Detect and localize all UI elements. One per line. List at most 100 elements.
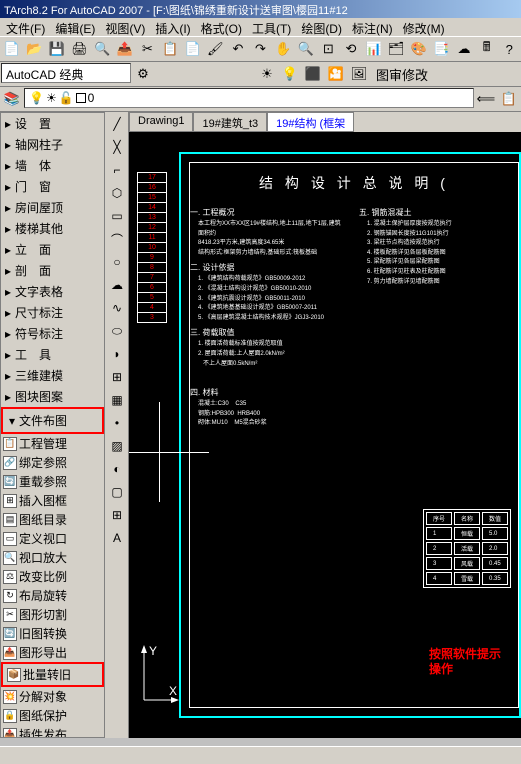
table-icon[interactable]: ⊞: [106, 504, 128, 526]
file-item-9[interactable]: ✂图形切割: [1, 605, 104, 624]
tree-item-8[interactable]: ▸文字表格: [1, 281, 104, 302]
toolpalette-icon[interactable]: 🎨: [408, 38, 430, 60]
spline-icon[interactable]: ∿: [106, 297, 128, 319]
layer-prev-icon[interactable]: ⟸: [475, 88, 497, 110]
tree-item-11[interactable]: ▸工 具: [1, 344, 104, 365]
file-item-0[interactable]: 📋工程管理: [1, 434, 104, 453]
block-icon[interactable]: ▦: [106, 389, 128, 411]
table-cell: 0.45: [482, 557, 508, 570]
markup-icon[interactable]: ☁: [453, 38, 475, 60]
redo-icon[interactable]: ↷: [250, 38, 272, 60]
match-icon[interactable]: 🖌: [204, 38, 226, 60]
pan-icon[interactable]: ✋: [272, 38, 294, 60]
tree-item-3[interactable]: ▸门 窗: [1, 176, 104, 197]
gradient-icon[interactable]: ◐: [106, 458, 128, 480]
tree-item-5[interactable]: ▸楼梯其他: [1, 218, 104, 239]
layer-props-icon[interactable]: 📚: [1, 88, 23, 110]
menu-file[interactable]: 文件(F): [2, 19, 49, 35]
menu-tools[interactable]: 工具(T): [248, 19, 295, 35]
text-icon[interactable]: A: [106, 527, 128, 549]
workspace-combo[interactable]: AutoCAD 经典: [1, 63, 131, 83]
model-canvas[interactable]: 17161514131211109876543 结 构 设 计 总 说 明 ( …: [129, 132, 521, 738]
layer-combo[interactable]: 💡 ☀ 🔓 0: [24, 88, 474, 108]
file-item-1[interactable]: 🔗绑定参照: [1, 453, 104, 472]
tree-item-7[interactable]: ▸剖 面: [1, 260, 104, 281]
mat-icon[interactable]: ⬛: [302, 63, 324, 85]
imreview-button[interactable]: 图审修改: [371, 63, 433, 85]
layer-state-icon[interactable]: 📋: [498, 88, 520, 110]
region-icon[interactable]: ▢: [106, 481, 128, 503]
file-item-15[interactable]: 📤插件发布: [1, 725, 104, 738]
undo-icon[interactable]: ↶: [227, 38, 249, 60]
file-item-11[interactable]: 📤图形导出: [1, 643, 104, 662]
paste-icon[interactable]: 📄: [182, 38, 204, 60]
file-item-6[interactable]: 🔍视口放大: [1, 548, 104, 567]
menu-edit[interactable]: 编辑(E): [51, 19, 99, 35]
circle-icon[interactable]: ○: [106, 251, 128, 273]
cut-icon[interactable]: ✂: [137, 38, 159, 60]
zoom-window-icon[interactable]: ⊡: [318, 38, 340, 60]
xline-icon[interactable]: ╳: [106, 136, 128, 158]
sheet-icon[interactable]: 📑: [431, 38, 453, 60]
menu-view[interactable]: 视图(V): [101, 19, 149, 35]
calc-icon[interactable]: 🖩: [476, 38, 498, 60]
ellipsearc-icon[interactable]: ◗: [106, 343, 128, 365]
sun-icon[interactable]: ☀: [256, 63, 278, 85]
tab-0[interactable]: Drawing1: [129, 112, 193, 132]
tab-2[interactable]: 19#结构 (框架: [267, 112, 354, 132]
tree-item-0[interactable]: ▸设 置: [1, 113, 104, 134]
print-icon[interactable]: 🖨: [69, 38, 91, 60]
tree-item-10[interactable]: ▸符号标注: [1, 323, 104, 344]
help-icon[interactable]: ?: [498, 38, 520, 60]
ws-gear-icon[interactable]: ⚙: [132, 63, 154, 85]
point-icon[interactable]: •: [106, 412, 128, 434]
tree-item-2[interactable]: ▸墙 体: [1, 155, 104, 176]
open-icon[interactable]: 📂: [24, 38, 46, 60]
file-item-8[interactable]: ↻布局旋转: [1, 586, 104, 605]
file-item-5[interactable]: ▭定义视口: [1, 529, 104, 548]
zoom-prev-icon[interactable]: ⟲: [340, 38, 362, 60]
file-item-10[interactable]: 🔄旧图转换: [1, 624, 104, 643]
file-item-7[interactable]: ⚖改变比例: [1, 567, 104, 586]
file-item-2[interactable]: 🔄重载参照: [1, 472, 104, 491]
tree-item-14[interactable]: ▾文件布图: [5, 410, 100, 431]
line-icon[interactable]: ╱: [106, 113, 128, 135]
bulb-icon[interactable]: 💡: [279, 63, 301, 85]
menu-draw[interactable]: 绘图(D): [297, 19, 346, 35]
arc-icon[interactable]: ⌒: [106, 228, 128, 250]
zoom-icon[interactable]: 🔍: [295, 38, 317, 60]
menu-modify[interactable]: 修改(M): [399, 19, 449, 35]
tree-item-13[interactable]: ▸图块图案: [1, 386, 104, 407]
polygon-icon[interactable]: ⬡: [106, 182, 128, 204]
file-item-13[interactable]: 💥分解对象: [1, 687, 104, 706]
ellipse-icon[interactable]: ⬭: [106, 320, 128, 342]
hatch-icon[interactable]: ▨: [106, 435, 128, 457]
tree-item-12[interactable]: ▸三维建模: [1, 365, 104, 386]
tree-item-4[interactable]: ▸房间屋顶: [1, 197, 104, 218]
insert-icon[interactable]: ⊞: [106, 366, 128, 388]
tree-item-6[interactable]: ▸立 面: [1, 239, 104, 260]
menu-dimension[interactable]: 标注(N): [348, 19, 397, 35]
render-icon[interactable]: 🎦: [325, 63, 347, 85]
tab-1[interactable]: 19#建筑_t3: [193, 112, 267, 132]
copy-icon[interactable]: 📋: [159, 38, 181, 60]
img-icon[interactable]: 🖼: [348, 63, 370, 85]
tree-item-9[interactable]: ▸尺寸标注: [1, 302, 104, 323]
pline-icon[interactable]: ⌐: [106, 159, 128, 181]
preview-icon[interactable]: 🔍: [91, 38, 113, 60]
file-item-12[interactable]: 📦批量转旧: [5, 665, 100, 684]
designcenter-icon[interactable]: 🗂: [385, 38, 407, 60]
rect-icon[interactable]: ▭: [106, 205, 128, 227]
publish-icon[interactable]: 📤: [114, 38, 136, 60]
new-icon[interactable]: 📄: [1, 38, 23, 60]
tree-item-1[interactable]: ▸轴网柱子: [1, 134, 104, 155]
save-icon[interactable]: 💾: [46, 38, 68, 60]
item-label: 布局旋转: [19, 587, 67, 604]
file-item-4[interactable]: ▤图纸目录: [1, 510, 104, 529]
file-item-3[interactable]: ⊞插入图框: [1, 491, 104, 510]
revcloud-icon[interactable]: ☁: [106, 274, 128, 296]
properties-icon[interactable]: 📊: [363, 38, 385, 60]
file-item-14[interactable]: 🔒图纸保护: [1, 706, 104, 725]
menu-format[interactable]: 格式(O): [197, 19, 246, 35]
menu-insert[interactable]: 插入(I): [151, 19, 194, 35]
